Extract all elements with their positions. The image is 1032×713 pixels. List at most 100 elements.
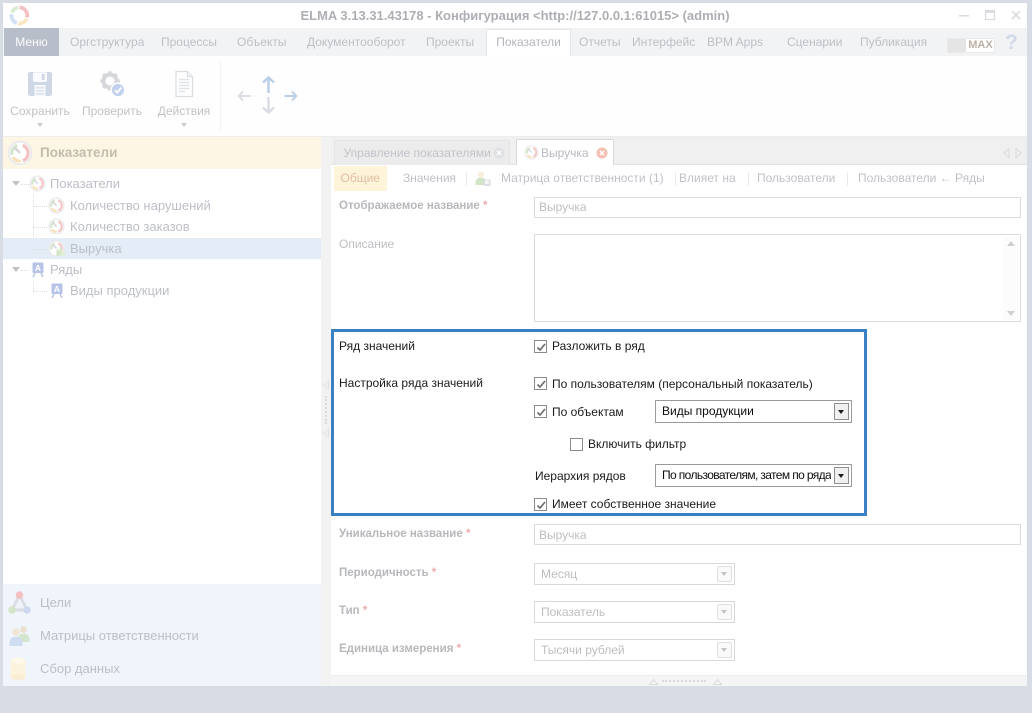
nav-left-arrow-icon[interactable] (237, 90, 251, 102)
description-textarea[interactable] (534, 234, 1021, 322)
sidebar-splitter[interactable] (321, 137, 331, 686)
gauge-chart-icon (48, 240, 65, 257)
unit-label: Единица измерения * (339, 643, 461, 655)
actions-button-label: Действия (151, 104, 217, 118)
tabs-scroll-left-icon[interactable] (1002, 147, 1011, 159)
actions-dropdown-arrow-icon[interactable] (181, 123, 187, 127)
toolbar: Сохранить (3, 56, 1027, 137)
maximize-button[interactable] (982, 7, 998, 23)
gauge-icon (29, 175, 46, 192)
nav-up-arrow-icon[interactable] (261, 76, 276, 94)
collapse-left-icon[interactable] (322, 428, 330, 438)
menu-item-indicators[interactable]: Показатели (491, 28, 566, 56)
collapse-left-icon[interactable] (322, 380, 330, 390)
expand-arrow-icon[interactable] (12, 181, 20, 186)
minimize-button[interactable] (956, 7, 972, 23)
display-name-input[interactable] (534, 197, 1021, 218)
periodicity-label: Периодичность * (339, 567, 436, 579)
enable-filter-checkbox[interactable] (570, 438, 583, 451)
combo-dropdown-icon[interactable] (834, 403, 849, 420)
series-settings-highlight: Ряд значений Разложить в ряд Настройка р… (331, 329, 867, 516)
sidebar-item-goals[interactable]: Цели (3, 586, 321, 619)
menu-item-orgstructure[interactable]: Оргструктура (70, 28, 144, 56)
bottom-splitter[interactable] (331, 675, 1027, 686)
description-label: Описание (339, 237, 394, 251)
tree-item-kolichestvo-zakazov[interactable]: Количество заказов (3, 216, 321, 237)
floppy-save-icon (25, 69, 55, 99)
menu-item-projects[interactable]: Проекты (426, 28, 474, 56)
check-button[interactable]: Проверить (78, 60, 146, 132)
collapse-up-icon[interactable] (648, 678, 659, 686)
objects-combobox[interactable]: Виды продукции (655, 400, 852, 423)
combo-dropdown-icon[interactable] (717, 642, 732, 658)
menu-item-bpm-apps[interactable]: BPM Apps (707, 28, 763, 56)
check-icon (535, 406, 548, 419)
unit-combobox[interactable]: Тысячи рублей (534, 639, 735, 661)
menubar: Меню Оргструктура Процессы Объекты Докум… (3, 28, 1027, 56)
people-icon (7, 623, 33, 647)
textarea-scrollbar[interactable] (1003, 236, 1019, 321)
type-combobox[interactable]: Показатель (534, 601, 735, 623)
tabs-scroll-right-icon[interactable] (1014, 147, 1023, 159)
menu-item-objects[interactable]: Объекты (237, 28, 287, 56)
scroll-up-icon[interactable] (1007, 241, 1015, 246)
unique-name-input[interactable] (534, 524, 1021, 545)
tree-item-kolichestvo-narusheniy[interactable]: Количество нарушений (3, 195, 321, 216)
save-button[interactable]: Сохранить (6, 60, 74, 132)
save-dropdown-arrow-icon[interactable] (37, 123, 43, 127)
tab-indicator-management[interactable]: Управление показателями (334, 140, 510, 165)
tree-item-pokazateli[interactable]: Показатели (3, 173, 321, 194)
subtab-general[interactable]: Общие (334, 166, 388, 191)
tree-item-ryady[interactable]: A Ряды (3, 259, 321, 280)
by-users-checkbox[interactable] (534, 377, 547, 390)
sidebar-item-responsibility-matrices[interactable]: Матрицы ответственности (3, 619, 321, 652)
subtab-values[interactable]: Значения (403, 165, 456, 192)
menu-item-interface[interactable]: Интерфейс (632, 28, 695, 56)
tree-item-vidy-produkcii[interactable]: A Виды продукции (3, 280, 321, 301)
sidebar-item-data-collection[interactable]: Сбор данных (3, 652, 321, 685)
display-name-label: Отображаемое название * (339, 200, 488, 212)
decompose-checkbox[interactable] (534, 340, 547, 353)
menu-item-processes[interactable]: Процессы (161, 28, 217, 56)
subtab-responsibility-matrix[interactable]: Матрица ответственности (1) (501, 165, 664, 192)
toolbar-separator (220, 62, 221, 130)
nav-down-arrow-icon[interactable] (261, 96, 276, 114)
splitter-grip[interactable] (325, 396, 327, 424)
expand-arrow-icon[interactable] (12, 267, 20, 272)
nav-right-arrow-icon[interactable] (284, 90, 298, 102)
hierarchy-combobox[interactable]: По пользователям, затем по ряда (655, 464, 852, 487)
own-value-checkbox-label: Имеет собственное значение (552, 497, 716, 511)
menu-item-menu[interactable]: Меню (4, 28, 59, 56)
by-objects-checkbox[interactable] (534, 405, 547, 418)
combo-dropdown-icon[interactable] (834, 467, 849, 484)
subtab-users[interactable]: Пользователи (757, 165, 835, 192)
subtab-users-series[interactable]: Пользователи ← Ряды (858, 165, 985, 192)
type-label: Тип * (339, 605, 367, 617)
scroll-down-icon[interactable] (1007, 311, 1015, 316)
tab-vyruchka[interactable]: Выручка (516, 139, 614, 166)
unique-name-label: Уникальное название * (339, 528, 470, 540)
menu-item-reports[interactable]: Отчеты (579, 28, 620, 56)
own-value-checkbox[interactable] (534, 498, 547, 511)
close-button[interactable] (1008, 7, 1024, 23)
help-icon[interactable]: ? (1005, 30, 1018, 56)
menu-item-publication[interactable]: Публикация (860, 28, 927, 56)
gauge-icon (524, 145, 539, 160)
subtab-influences[interactable]: Влияет на (679, 165, 736, 192)
menu-item-docflow[interactable]: Документооборот (307, 28, 406, 56)
tab-close-icon[interactable] (493, 147, 505, 159)
collapse-up-icon[interactable] (712, 678, 723, 686)
check-icon (535, 341, 548, 354)
series-row-label: Ряд значений (339, 339, 415, 353)
tree-item-vyruchka[interactable]: Выручка (3, 238, 321, 259)
menu-item-scenarios[interactable]: Сценарии (787, 28, 842, 56)
max-toggle[interactable]: MAX (947, 38, 995, 53)
combo-dropdown-icon[interactable] (717, 566, 732, 582)
splitter-grip[interactable] (662, 680, 706, 682)
actions-button[interactable]: Действия (151, 60, 217, 132)
combo-dropdown-icon[interactable] (717, 604, 732, 620)
tab-close-icon[interactable] (596, 147, 608, 159)
gauge-icon (48, 197, 65, 214)
periodicity-combobox[interactable]: Месяц (534, 563, 735, 585)
flipchart-icon: A (30, 261, 46, 278)
